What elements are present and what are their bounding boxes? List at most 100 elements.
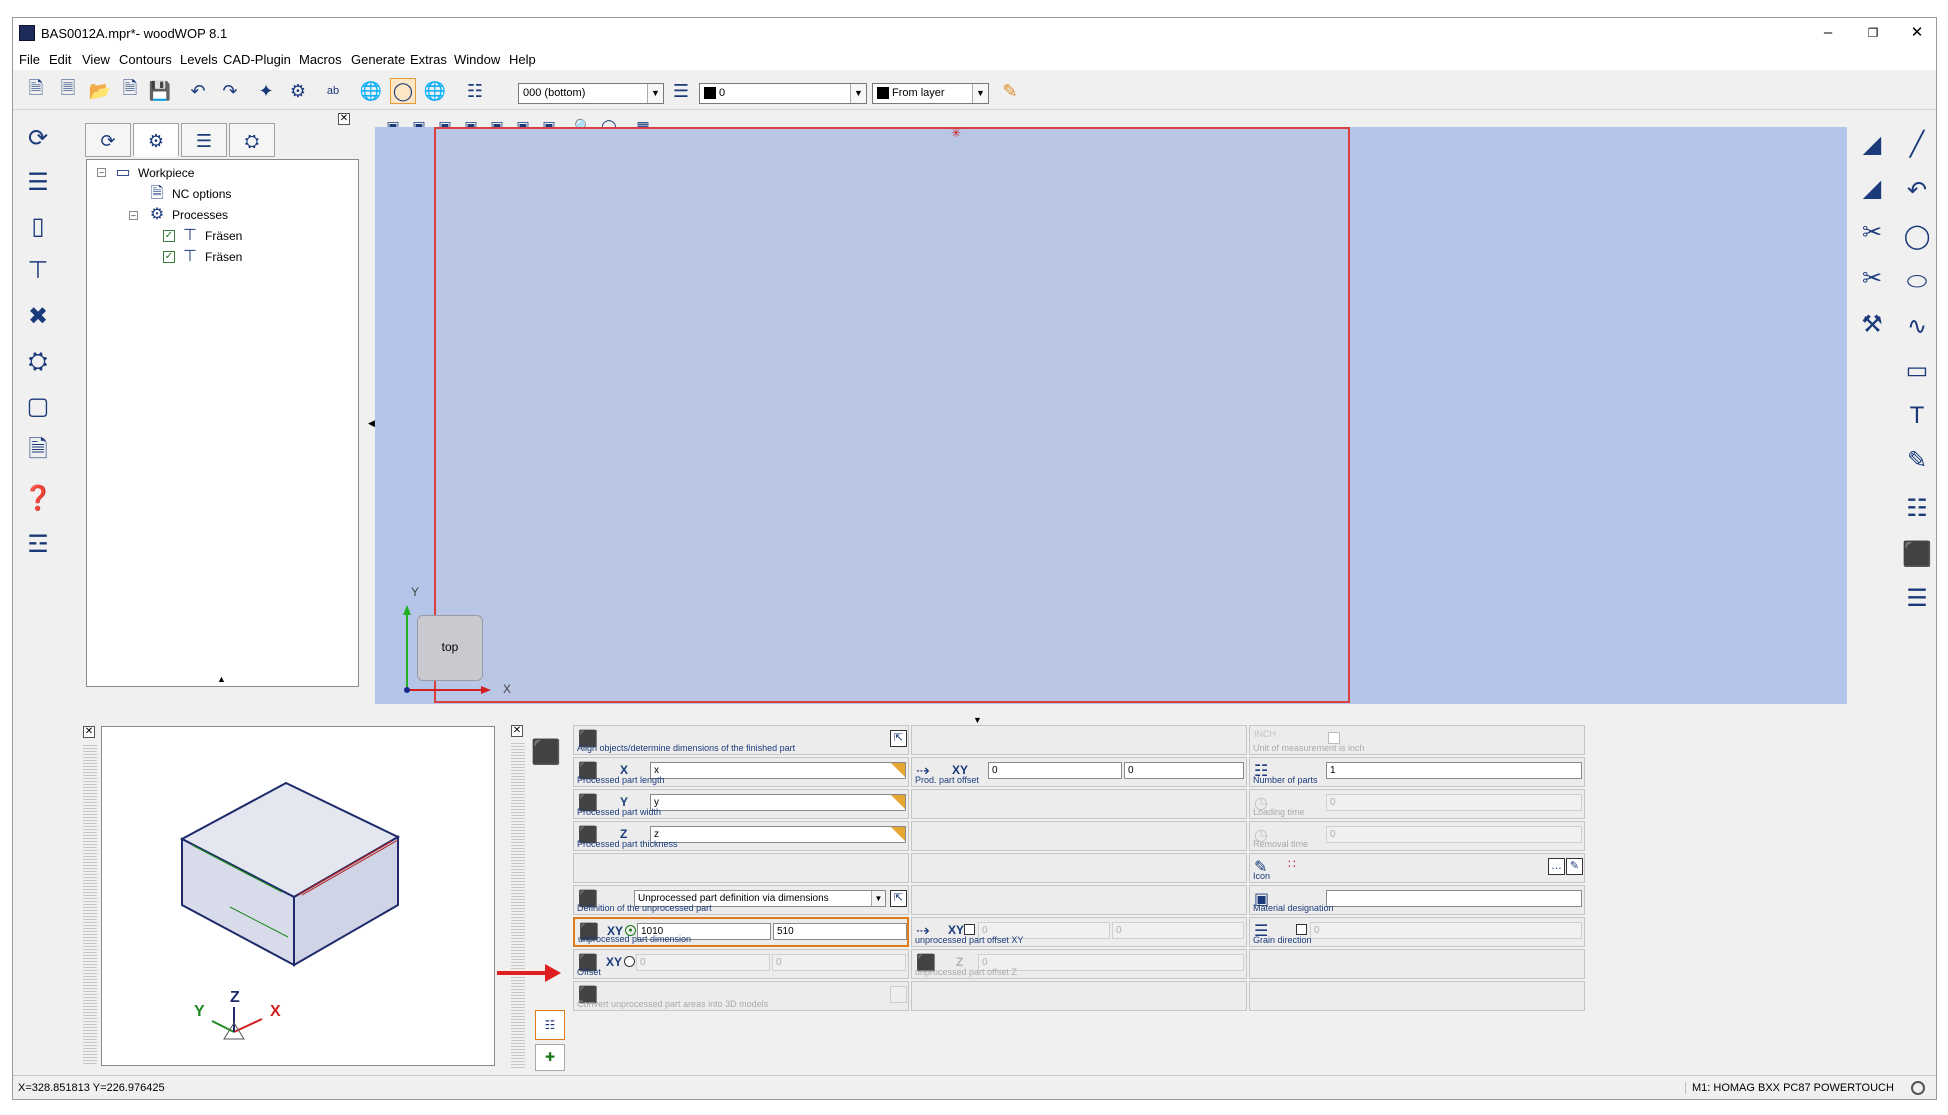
scissors-extend-icon[interactable]: ✂ — [1852, 258, 1892, 298]
layer-stack-icon[interactable]: ☰ — [18, 162, 58, 202]
tree-item-fraesen-2[interactable]: ✓ ⊤ Fräsen — [163, 247, 242, 267]
workpiece-tab-icon[interactable]: ☷ — [535, 1010, 565, 1040]
close-button[interactable]: ✕ — [1895, 20, 1936, 46]
menu-file[interactable]: File — [19, 52, 40, 67]
layers-icon[interactable]: ☰ — [668, 78, 694, 104]
dim-offset-checkbox[interactable] — [964, 924, 975, 935]
tab-contours[interactable]: ⟳ — [85, 123, 131, 157]
router-icon[interactable]: ⊤ — [18, 250, 58, 290]
save-icon[interactable]: 💾 — [147, 78, 173, 104]
circle-icon[interactable]: ◯ — [1897, 216, 1936, 256]
panel-grip[interactable] — [511, 743, 525, 1069]
menu-extras[interactable]: Extras — [410, 52, 447, 67]
panel-icon[interactable]: ▢ — [18, 386, 58, 426]
properties-icon[interactable]: ⚙ — [285, 78, 311, 104]
panel-grip[interactable] — [83, 745, 97, 1065]
ellipse-icon[interactable]: ⬭ — [1897, 262, 1936, 302]
help-icon[interactable]: ❓ — [18, 478, 58, 518]
menu-levels[interactable]: Levels — [180, 52, 218, 67]
menu-window[interactable]: Window — [454, 52, 500, 67]
extrude-icon[interactable]: ⬛ — [1897, 534, 1936, 574]
contour-tool-icon[interactable]: ⟳ — [18, 118, 58, 158]
3d-draw-icon[interactable]: ✎ — [1897, 440, 1936, 480]
close-icon[interactable]: ✕ — [83, 726, 95, 738]
open-file-icon[interactable]: 🗎 — [117, 78, 143, 104]
list-icon[interactable]: ☲ — [18, 524, 58, 564]
sphere-view-icon[interactable]: 🌐 — [422, 78, 448, 104]
close-icon[interactable]: ✕ — [338, 113, 350, 125]
filter-icon[interactable]: ☷ — [462, 78, 488, 104]
angle-icon[interactable]: ◢ — [1852, 168, 1892, 208]
circle-view-icon[interactable]: ◯ — [390, 78, 416, 104]
checkbox-checked[interactable]: ✓ — [163, 251, 175, 263]
tree-item-nc-options[interactable]: 🗎 NC options — [147, 184, 232, 204]
arc-icon[interactable]: ↶ — [1897, 170, 1936, 210]
tab-workpiece-tree[interactable]: ⚙ — [133, 123, 179, 157]
maximize-button[interactable]: ❐ — [1851, 20, 1895, 46]
menu-contours[interactable]: Contours — [119, 52, 172, 67]
menu-help[interactable]: Help — [509, 52, 536, 67]
insert-macro-icon[interactable]: ✦ — [253, 78, 279, 104]
menu-macros[interactable]: Macros — [299, 52, 342, 67]
text-abc-icon[interactable]: ab — [320, 78, 346, 104]
linetype-combo[interactable]: From layer ▼ — [872, 83, 989, 104]
checkbox-checked[interactable]: ✓ — [163, 230, 175, 242]
drill-icon[interactable]: ▯ — [18, 206, 58, 246]
expand-icon[interactable]: ⇱ — [890, 890, 907, 907]
close-icon[interactable]: ✕ — [511, 725, 523, 737]
rectangle-icon[interactable]: ▭ — [1897, 350, 1936, 390]
tree-item-workpiece[interactable]: ▭ Workpiece — [113, 163, 194, 183]
edit-icon[interactable]: ✎ — [1566, 858, 1583, 875]
spline-icon[interactable]: ∿ — [1897, 306, 1936, 346]
cut-icon[interactable]: ✖ — [18, 296, 58, 336]
browse-icon[interactable]: … — [1548, 858, 1565, 875]
layer-settings-icon[interactable]: ✎ — [997, 78, 1023, 104]
material-input[interactable] — [1326, 890, 1582, 907]
view-navigation-cube[interactable]: top — [417, 615, 483, 681]
tab-machine[interactable]: ⛭ — [229, 123, 275, 157]
surface-icon[interactable]: ☷ — [1897, 488, 1936, 528]
prod-offset-x-input[interactable]: 0 — [988, 762, 1122, 779]
menu-cad-plugin[interactable]: CAD-Plugin — [223, 52, 291, 67]
workpiece-rectangle[interactable]: ✳ — [434, 126, 1350, 703]
collapse-left-icon[interactable]: ◀ — [368, 418, 375, 429]
collapse-processes[interactable]: – — [129, 211, 138, 220]
open-folder-icon[interactable]: 📂 — [87, 78, 113, 104]
grain-checkbox[interactable] — [1296, 924, 1307, 935]
parts-input[interactable]: 1 — [1326, 762, 1582, 779]
tree-item-processes[interactable]: ⚙ Processes — [147, 205, 228, 225]
text-icon[interactable]: T — [1897, 396, 1936, 436]
offset2-radio[interactable] — [624, 956, 635, 967]
line-icon[interactable]: ╱ — [1897, 124, 1936, 164]
menu-view[interactable]: View — [82, 52, 110, 67]
length-input[interactable]: x — [650, 762, 906, 779]
globe-view-icon[interactable]: 🌐 — [358, 78, 384, 104]
tab-list[interactable]: ☰ — [181, 123, 227, 157]
thickness-input[interactable]: z — [650, 826, 906, 843]
dimension-y-input[interactable]: 510 — [773, 923, 907, 940]
color-combo[interactable]: 0 ▼ — [699, 83, 867, 104]
width-input[interactable]: y — [650, 794, 906, 811]
nc-document-icon[interactable]: 🗎 — [18, 432, 58, 472]
collapse-workpiece[interactable]: – — [97, 168, 106, 177]
add-tab-icon[interactable]: ✚ — [535, 1044, 565, 1071]
minimize-button[interactable]: – — [1806, 20, 1850, 46]
redo-icon[interactable]: ↷ — [217, 78, 243, 104]
scroll-up-icon[interactable]: ▲ — [217, 674, 226, 684]
menu-edit[interactable]: Edit — [49, 52, 71, 67]
prod-offset-y-input[interactable]: 0 — [1124, 762, 1244, 779]
new-file-icon[interactable]: 🗎 — [23, 78, 49, 104]
new-template-icon[interactable]: 🗏 — [55, 78, 81, 104]
expand-icon[interactable]: ⇱ — [890, 730, 907, 747]
toolbox-icon[interactable]: ⚒ — [1852, 304, 1892, 344]
menu-generate[interactable]: Generate — [351, 52, 405, 67]
tree-item-fraesen-1[interactable]: ✓ ⊤ Fräsen — [163, 226, 242, 246]
level-combo[interactable]: 000 (bottom) ▼ — [518, 83, 664, 104]
undo-icon[interactable]: ↶ — [185, 78, 211, 104]
viewport-canvas[interactable]: ✳ Y X top — [375, 126, 1847, 704]
scissors-icon[interactable]: ✂ — [1852, 212, 1892, 252]
layer-up-icon[interactable]: ☰ — [1897, 578, 1936, 618]
saw-icon[interactable]: ⛭ — [18, 342, 58, 382]
align-cell[interactable]: ⬛ ⇱ Align objects/determine dimensions o… — [573, 725, 909, 755]
measure-icon[interactable]: ◢ — [1852, 124, 1892, 164]
